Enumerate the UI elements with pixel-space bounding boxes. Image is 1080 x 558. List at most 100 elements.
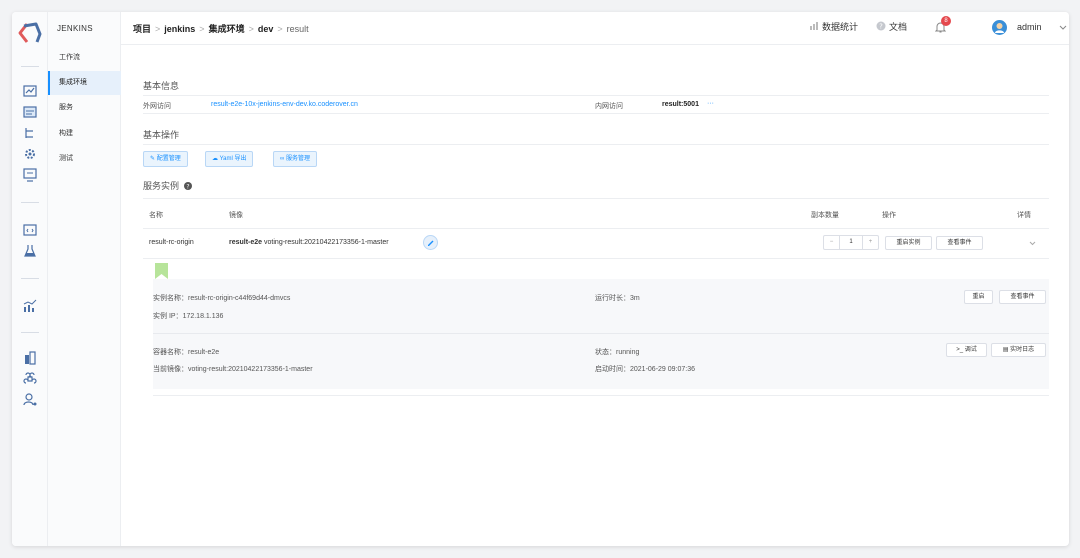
instances-title-text: 服务实例 xyxy=(143,181,180,191)
debug-button[interactable]: >_ 调试 xyxy=(946,343,987,357)
realtime-log-button[interactable]: ▤ 实时日志 xyxy=(991,343,1046,357)
code-window-icon[interactable] xyxy=(23,223,37,237)
chevron-down-icon[interactable] xyxy=(1059,25,1067,31)
container-name-label: 容器名称： xyxy=(153,349,188,356)
breadcrumb-project[interactable]: 项目 xyxy=(133,24,151,34)
command-icon[interactable] xyxy=(23,372,37,386)
yaml-export-label: Yaml 导出 xyxy=(219,156,247,162)
pod-ip: 实例 IP：172.18.1.136 xyxy=(153,311,223,321)
container-image-value: voting-result:20210422173356-1-master xyxy=(188,366,313,373)
divider xyxy=(143,198,1049,199)
divider xyxy=(153,333,1049,334)
service-manage-button[interactable]: ∞ 服务管理 xyxy=(273,151,317,167)
basic-ops-title: 基本操作 xyxy=(143,130,180,140)
divider xyxy=(143,113,1049,114)
app-name: JENKINS xyxy=(57,24,93,33)
workflow-tree-icon[interactable] xyxy=(23,126,37,140)
increment-button[interactable]: + xyxy=(862,236,878,249)
view-events-button[interactable]: 查看事件 xyxy=(936,236,983,250)
user-settings-icon[interactable] xyxy=(23,392,37,406)
building-icon[interactable] xyxy=(23,351,37,365)
stats-label: 数据统计 xyxy=(822,22,859,32)
top-bar: 项目 > jenkins > 集成环境 > dev > result 数据统计 ? 文档 8 ad… xyxy=(121,12,1069,45)
replica-count[interactable]: 1 xyxy=(840,236,862,249)
container-status-value: running xyxy=(616,349,640,356)
rail-divider xyxy=(21,202,39,203)
sidebar-item-environment[interactable]: 集成环境 xyxy=(48,71,121,95)
sidebar-item-services[interactable]: 服务 xyxy=(48,96,121,120)
rail-divider xyxy=(21,332,39,333)
breadcrumb-jenkins[interactable]: jenkins xyxy=(164,24,195,34)
sidebar-item-build[interactable]: 构建 xyxy=(48,122,121,146)
pod-name: 实例名称：result-rc-origin-c44f69d44-dmvcs xyxy=(153,293,290,303)
container-status: 状态：running xyxy=(595,347,639,357)
svg-text:?: ? xyxy=(186,183,189,190)
decrement-button[interactable]: − xyxy=(824,236,840,249)
breadcrumb-separator: > xyxy=(248,24,254,34)
username[interactable]: admin xyxy=(1017,22,1042,32)
config-manage-button[interactable]: ✎ 配置管理 xyxy=(143,151,188,167)
stats-icon xyxy=(810,22,818,30)
service-manage-label: 服务管理 xyxy=(285,156,310,162)
column-header-name: 名称 xyxy=(149,212,163,219)
user-avatar-icon xyxy=(995,23,1004,33)
basic-info-title: 基本信息 xyxy=(143,81,180,91)
yaml-export-button[interactable]: ☁ Yaml 导出 xyxy=(205,151,254,167)
pod-events-button[interactable]: 查看事件 xyxy=(999,290,1046,304)
breadcrumb-dev[interactable]: dev xyxy=(258,24,274,34)
avatar[interactable] xyxy=(992,20,1007,35)
flask-icon[interactable] xyxy=(23,244,37,258)
pod-uptime: 运行时长：3m xyxy=(595,293,640,303)
column-header-ops: 操作 xyxy=(882,212,896,219)
settings-icon[interactable] xyxy=(23,147,37,161)
edit-image-icon[interactable] xyxy=(423,235,438,250)
pod-ip-label: 实例 IP： xyxy=(153,313,183,320)
image-tag: voting-result:20210422173356-1-master xyxy=(264,239,389,246)
svg-text:?: ? xyxy=(879,23,883,31)
column-header-image: 镜像 xyxy=(229,212,243,219)
monitor-icon[interactable] xyxy=(23,168,37,182)
help-icon[interactable]: ? xyxy=(183,182,192,190)
container-image: 当前镜像：voting-result:20210422173356-1-mast… xyxy=(153,364,313,374)
internal-access-value: result:5001 xyxy=(662,101,699,108)
app-window: JENKINS 工作流 集成环境 服务 构建 测试 项目 > jenkins > 集成环… xyxy=(12,12,1069,546)
cloud-icon: ☁ xyxy=(212,156,218,162)
container-name: 容器名称：result-e2e xyxy=(153,347,219,357)
sidebar-item-test[interactable]: 测试 xyxy=(48,147,121,171)
chart-icon[interactable] xyxy=(23,299,37,313)
external-access-label: 外网访问 xyxy=(143,103,171,110)
image-container-name: result-e2e xyxy=(229,239,263,246)
internal-access-more[interactable]: ··· xyxy=(707,100,714,107)
notification-badge: 8 xyxy=(941,16,951,26)
realtime-log-label: 实时日志 xyxy=(1010,347,1035,353)
restart-instance-button[interactable]: 重启实例 xyxy=(885,236,932,250)
secondary-sidebar: JENKINS 工作流 集成环境 服务 构建 测试 xyxy=(48,12,121,546)
config-manage-label: 配置管理 xyxy=(156,156,181,162)
bookmark-icon xyxy=(155,263,168,279)
file-icon: ▤ xyxy=(1002,347,1009,353)
service-image: result-e2e voting-result:20210422173356-… xyxy=(229,239,389,246)
service-name: result-rc-origin xyxy=(149,239,194,246)
chevron-down-icon[interactable] xyxy=(1029,241,1036,246)
pod-restart-button[interactable]: 重启 xyxy=(964,290,993,304)
stats-link[interactable]: 数据统计 xyxy=(809,20,858,33)
icon-rail xyxy=(12,12,48,546)
rail-divider xyxy=(21,66,39,67)
pod-ip-value: 172.18.1.136 xyxy=(182,313,224,320)
container-name-value: result-e2e xyxy=(188,349,220,356)
koderover-logo[interactable] xyxy=(18,22,42,44)
main-content: 基本信息 外网访问 result-e2e-10x-jenkins-env-dev… xyxy=(121,45,1069,546)
pod-name-label: 实例名称： xyxy=(153,295,188,302)
container-start-label: 启动时间： xyxy=(595,366,630,373)
divider xyxy=(143,144,1049,145)
breadcrumb-environment[interactable]: 集成环境 xyxy=(209,24,245,34)
replica-stepper[interactable]: − 1 + xyxy=(823,235,879,250)
docs-link[interactable]: ? 文档 xyxy=(876,20,907,33)
column-header-replicas: 副本数量 xyxy=(811,212,839,219)
dashboard-icon[interactable] xyxy=(23,84,37,98)
sidebar-item-workflow[interactable]: 工作流 xyxy=(48,46,121,70)
project-icon[interactable] xyxy=(23,105,37,119)
external-access-link[interactable]: result-e2e-10x-jenkins-env-dev.ko.codero… xyxy=(211,101,358,108)
divider xyxy=(143,95,1049,96)
help-icon: ? xyxy=(876,21,886,31)
